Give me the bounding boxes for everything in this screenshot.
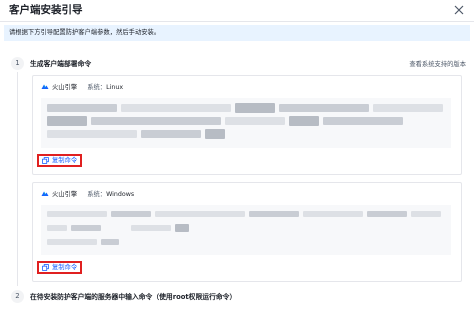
volcengine-logo-icon <box>41 84 49 89</box>
linux-command-text-redacted <box>41 98 451 148</box>
copy-icon <box>42 264 49 271</box>
windows-card-system-value: Windows <box>106 191 135 198</box>
linux-card-brand: 火山引擎 <box>52 84 78 91</box>
info-tip-text: 请根据下方引导配置防护客户端参数，然后手动安装。 <box>9 29 161 36</box>
windows-copy-command-button[interactable]: 复制命令 <box>37 261 83 274</box>
install-guide-modal: 客户端安装引导 请根据下方引导配置防护客户端参数，然后手动安装。 1 生成客户端… <box>0 0 474 310</box>
linux-card-header: 火山引擎 系统：Linux <box>41 82 123 92</box>
windows-card-header: 火山引擎 系统：Windows <box>41 189 134 199</box>
linux-copy-command-button[interactable]: 复制命令 <box>37 154 83 167</box>
windows-command-card: 火山引擎 系统：Windows 复制命令 <box>32 182 462 282</box>
step-1-title: 生成客户端部署命令 <box>30 60 92 68</box>
step-2-number: 2 <box>11 290 24 303</box>
close-icon[interactable] <box>452 3 466 17</box>
volcengine-logo-icon <box>41 191 49 196</box>
linux-card-system-label: 系统： <box>87 84 107 91</box>
linux-card-system-value: Linux <box>106 84 124 91</box>
step-1-number: 1 <box>11 57 24 70</box>
windows-copy-command-label: 复制命令 <box>52 264 78 271</box>
modal-header: 客户端安装引导 <box>0 0 474 22</box>
windows-card-brand: 火山引擎 <box>52 191 78 198</box>
info-tip-bar: 请根据下方引导配置防护客户端参数，然后手动安装。 <box>4 25 470 41</box>
linux-copy-command-label: 复制命令 <box>52 157 78 164</box>
copy-icon <box>42 157 49 164</box>
windows-card-system-label: 系统： <box>87 191 107 198</box>
modal-title: 客户端安装引导 <box>9 4 83 16</box>
linux-command-card: 火山引擎 系统：Linux 复制命令 <box>32 75 462 175</box>
windows-command-text-redacted <box>41 205 451 255</box>
step-2-title: 在待安装防护客户端的服务器中输入命令（使用root权限运行命令） <box>30 293 237 301</box>
view-supported-versions-link[interactable]: 查看系统支持的版本 <box>409 60 466 70</box>
step-connector-line <box>17 72 18 286</box>
